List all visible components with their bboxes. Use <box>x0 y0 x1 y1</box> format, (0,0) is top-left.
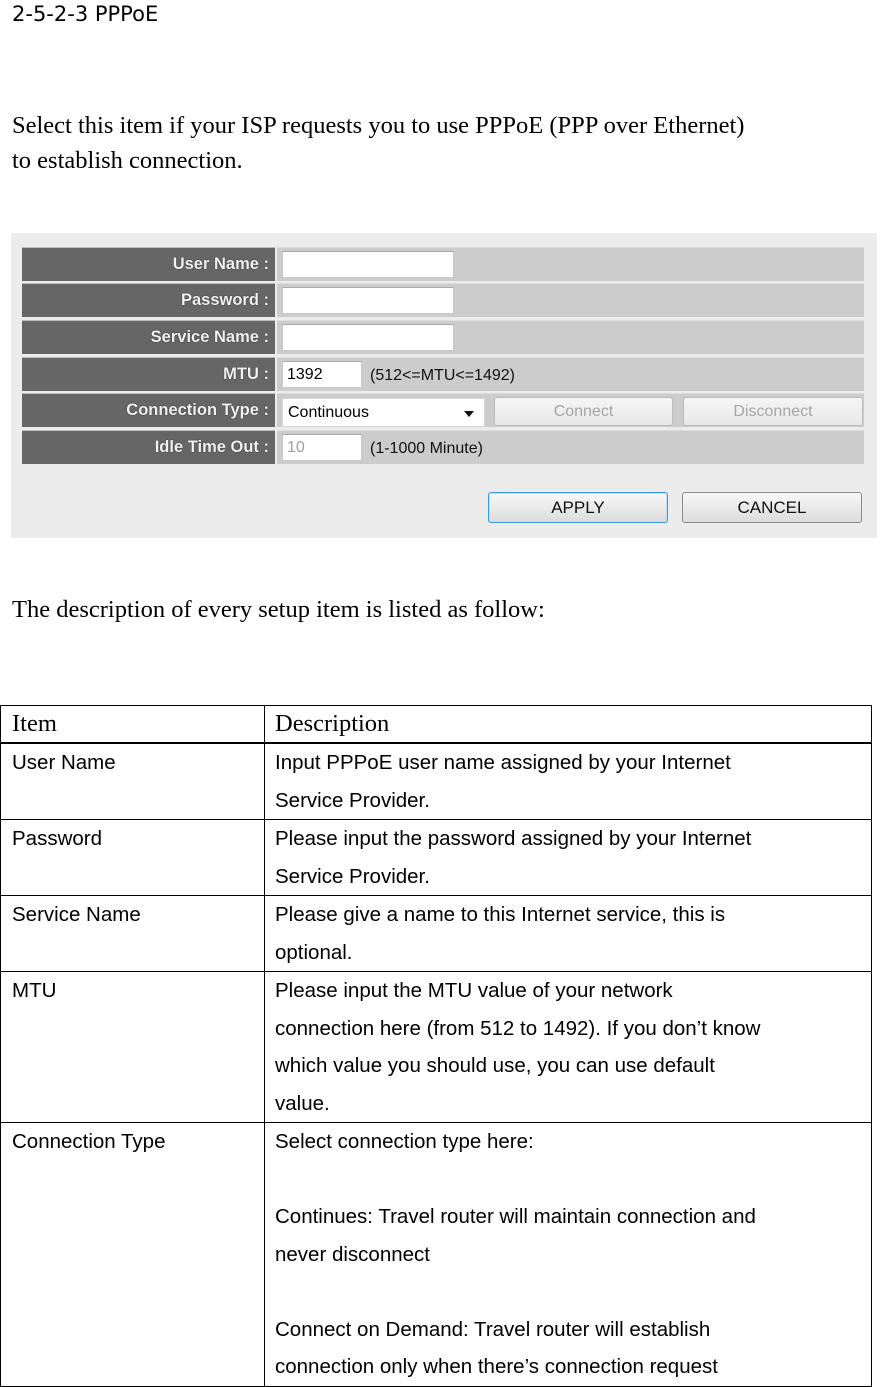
item-cell: User Name <box>0 742 265 820</box>
intro-paragraph: Select this item if your ISP requests yo… <box>12 108 886 178</box>
description-line: Service Provider. <box>275 864 430 888</box>
idle-time-out-hint: (1-1000 Minute) <box>370 440 483 457</box>
mtu-range-hint: (512<=MTU<=1492) <box>370 367 515 384</box>
description-line: Please give a name to this Internet serv… <box>275 903 726 926</box>
item-cell: Connection Type <box>0 1122 265 1387</box>
section-heading: 2-5-2-3 PPPoE <box>12 2 159 26</box>
table-row: MTU Please input the MTU value of your n… <box>0 971 872 1123</box>
user-name-label: User Name : <box>22 247 275 281</box>
apply-button[interactable]: APPLY <box>488 492 668 523</box>
description-line: Please input the MTU value of your netwo… <box>275 979 673 1002</box>
description-line: connection here (from 512 to 1492). If y… <box>275 1016 761 1040</box>
table-row: User Name Input PPPoE user name assigned… <box>0 742 872 820</box>
user-name-cell <box>277 247 864 281</box>
item-cell: Password <box>0 819 265 896</box>
header-description: Description <box>264 705 872 744</box>
description-cell: Please give a name to this Internet serv… <box>264 895 872 972</box>
form-row-idle-time-out: Idle Time Out : 10 (1-1000 Minute) <box>22 430 864 464</box>
item-cell: Service Name <box>0 895 265 972</box>
form-row-service-name: Service Name : <box>22 320 864 354</box>
description-line: optional. <box>275 940 353 964</box>
description-line: connection only when there’s connection … <box>275 1355 718 1378</box>
intro-line: Select this item if your ISP requests yo… <box>12 112 745 139</box>
header-item: Item <box>0 705 265 744</box>
connection-type-cell: Continuous Connect Disconnect <box>277 393 864 427</box>
user-name-input[interactable] <box>282 251 454 278</box>
description-line: Input PPPoE user name assigned by your I… <box>275 751 731 774</box>
mtu-label: MTU : <box>22 357 275 391</box>
disconnect-button[interactable]: Disconnect <box>683 397 863 426</box>
service-name-label: Service Name : <box>22 320 275 354</box>
table-row: Service Name Please give a name to this … <box>0 895 872 972</box>
description-line: Continues: Travel router will maintain c… <box>275 1205 756 1228</box>
form-row-password: Password : <box>22 283 864 317</box>
mtu-input[interactable]: 1392 <box>282 361 362 388</box>
description-cell: Select connection type here: Continues: … <box>264 1122 872 1387</box>
description-line: Please input the password assigned by yo… <box>275 827 752 850</box>
description-line: Service Provider. <box>275 788 430 812</box>
connection-type-selected: Continuous <box>288 404 369 421</box>
form-row-connection-type: Connection Type : Continuous Connect Dis… <box>22 393 864 427</box>
description-cell: Input PPPoE user name assigned by your I… <box>264 742 872 820</box>
idle-time-out-cell: 10 (1-1000 Minute) <box>277 430 864 464</box>
description-intro: The description of every setup item is l… <box>12 596 545 623</box>
description-line: which value you should use, you can use … <box>275 1054 715 1077</box>
password-label: Password : <box>22 283 275 317</box>
form-row-user-name: User Name : <box>22 247 864 281</box>
description-line: never disconnect <box>275 1242 430 1266</box>
service-name-cell <box>277 320 864 354</box>
cancel-button[interactable]: CANCEL <box>682 492 862 523</box>
description-line: Select connection type here: <box>275 1130 534 1153</box>
description-cell: Please input the password assigned by yo… <box>264 819 872 896</box>
form-row-mtu: MTU : 1392 (512<=MTU<=1492) <box>22 357 864 391</box>
idle-time-out-label: Idle Time Out : <box>22 430 275 464</box>
description-cell: Please input the MTU value of your netwo… <box>264 971 872 1123</box>
idle-time-out-input[interactable]: 10 <box>282 434 362 461</box>
description-line: Connect on Demand: Travel router will es… <box>275 1317 711 1341</box>
password-cell <box>277 283 864 317</box>
connection-type-label: Connection Type : <box>22 393 275 427</box>
mtu-cell: 1392 (512<=MTU<=1492) <box>277 357 864 391</box>
intro-line: to establish connection. <box>12 147 243 174</box>
dropdown-arrow-icon <box>464 411 474 417</box>
description-line: value. <box>275 1091 330 1115</box>
table-row: Connection Type Select connection type h… <box>0 1122 872 1387</box>
password-input[interactable] <box>282 287 454 314</box>
item-description-table: Item Description User Name Input PPPoE u… <box>0 705 872 1387</box>
table-row: Password Please input the password assig… <box>0 819 872 896</box>
service-name-input[interactable] <box>282 324 454 351</box>
connect-button[interactable]: Connect <box>494 397 673 426</box>
item-cell: MTU <box>0 971 265 1123</box>
connection-type-select[interactable]: Continuous <box>282 398 485 427</box>
table-header-row: Item Description <box>0 705 872 744</box>
